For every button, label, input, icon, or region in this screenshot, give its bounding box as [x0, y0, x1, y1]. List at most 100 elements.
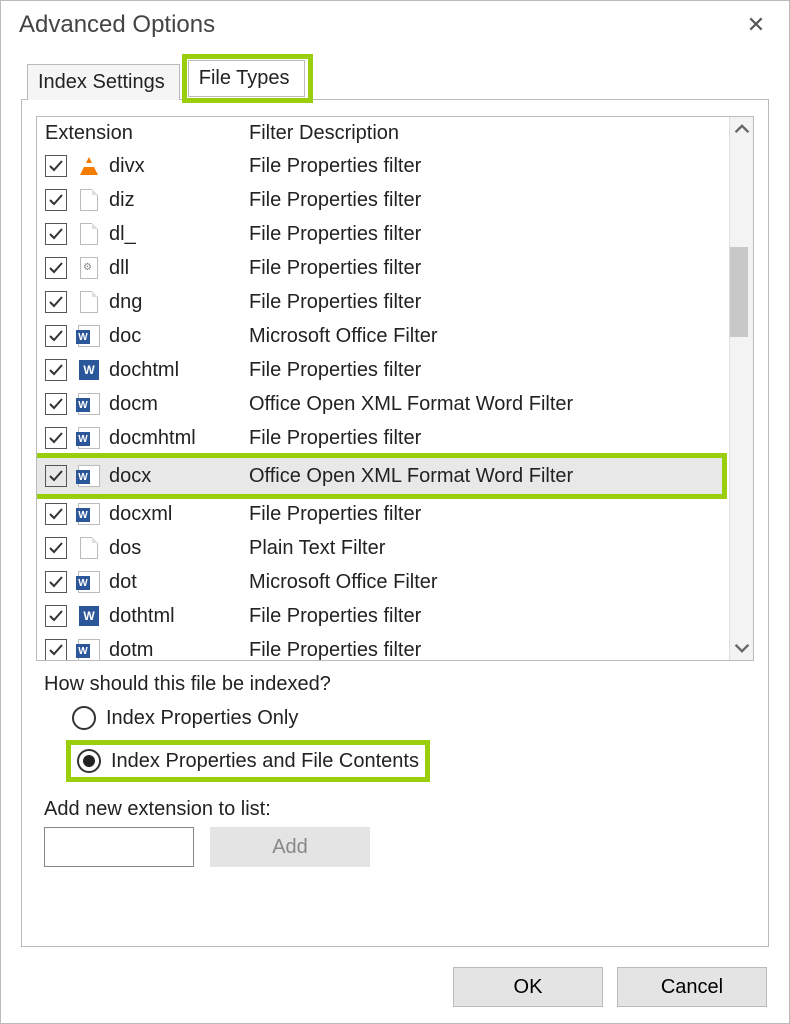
tab-file-types[interactable]: File Types — [188, 60, 305, 97]
checkbox[interactable] — [45, 325, 67, 347]
list-row-dos[interactable]: dos Plain Text Filter — [37, 531, 729, 565]
filter-description: File Properties filter — [249, 359, 729, 382]
extension-text: docxml — [109, 503, 172, 526]
scroll-up-icon[interactable] — [734, 121, 750, 137]
list-row-docx[interactable]: docx Office Open XML Format Word Filter — [37, 458, 722, 494]
worddoc-file-icon — [77, 392, 101, 416]
filter-description: Office Open XML Format Word Filter — [249, 465, 722, 488]
radio-icon — [72, 706, 96, 730]
list-row-dothtml[interactable]: WdothtmlFile Properties filter — [37, 599, 729, 633]
radio-properties-only[interactable]: Index Properties Only — [36, 700, 754, 736]
ok-button[interactable]: OK — [453, 967, 603, 1007]
extension-text: dos — [109, 537, 141, 560]
scrollbar-track[interactable] — [730, 137, 753, 640]
extension-text: doc — [109, 325, 141, 348]
highlight-row-docx: docx Office Open XML Format Word Filter — [37, 453, 727, 499]
list-row-dl_[interactable]: dl_File Properties filter — [37, 217, 729, 251]
extension-text: docm — [109, 393, 158, 416]
tab-panel-file-types: ExtensionFilter Description divx File Prop… — [21, 99, 769, 947]
filter-description: File Properties filter — [249, 503, 729, 526]
extension-text: dothtml — [109, 605, 175, 628]
add-extension-label: Add new extension to list: — [36, 786, 754, 827]
checkbox[interactable] — [45, 605, 67, 627]
column-description[interactable]: Filter Description — [249, 122, 729, 145]
extension-list: ExtensionFilter Description divx File Prop… — [36, 116, 754, 661]
list-row-diz[interactable]: diz File Properties filter — [37, 183, 729, 217]
blank-file-icon — [77, 536, 101, 560]
checkbox[interactable] — [45, 427, 67, 449]
extension-text: dl_ — [109, 223, 136, 246]
radio-label: Index Properties Only — [106, 707, 298, 730]
column-extension[interactable]: Extension — [45, 122, 249, 145]
blank-file-icon — [77, 222, 101, 246]
extension-text: docx — [109, 465, 151, 488]
checkbox[interactable] — [45, 571, 67, 593]
extension-text: docmhtml — [109, 427, 196, 450]
gear-file-icon — [77, 256, 101, 280]
list-row-divx[interactable]: divx File Properties filter — [37, 149, 729, 183]
list-row-doc[interactable]: doc Microsoft Office Filter — [37, 319, 729, 353]
word-file-icon: W — [77, 358, 101, 382]
blank-file-icon — [77, 188, 101, 212]
new-extension-input[interactable] — [44, 827, 194, 867]
worddoc-file-icon — [77, 502, 101, 526]
filter-description: Microsoft Office Filter — [249, 571, 729, 594]
tab-strip: Index Settings File Types — [1, 55, 789, 99]
checkbox[interactable] — [45, 503, 67, 525]
extension-text: dochtml — [109, 359, 179, 382]
titlebar: Advanced Options ✕ — [1, 1, 789, 55]
filter-description: File Properties filter — [249, 257, 729, 280]
index-question-label: How should this file be indexed? — [36, 669, 754, 700]
filter-description: File Properties filter — [249, 155, 729, 178]
radio-icon[interactable] — [77, 749, 101, 773]
checkbox[interactable] — [45, 465, 67, 487]
highlight-file-types-tab: File Types — [182, 54, 313, 103]
list-row-docmhtml[interactable]: docmhtml File Properties filter — [37, 421, 729, 455]
extension-text: divx — [109, 155, 145, 178]
filter-description: Office Open XML Format Word Filter — [249, 393, 729, 416]
checkbox[interactable] — [45, 359, 67, 381]
filter-description: Microsoft Office Filter — [249, 325, 729, 348]
close-icon[interactable]: ✕ — [741, 10, 771, 40]
filter-description: File Properties filter — [249, 189, 729, 212]
checkbox[interactable] — [45, 223, 67, 245]
checkbox[interactable] — [45, 257, 67, 279]
filter-description: Plain Text Filter — [249, 537, 729, 560]
checkbox[interactable] — [45, 639, 67, 660]
checkbox[interactable] — [45, 291, 67, 313]
list-row-docm[interactable]: docm Office Open XML Format Word Filter — [37, 387, 729, 421]
filter-description: File Properties filter — [249, 605, 729, 628]
blank-file-icon — [77, 290, 101, 314]
checkbox[interactable] — [45, 393, 67, 415]
list-header: ExtensionFilter Description — [37, 117, 729, 149]
advanced-options-dialog: Advanced Options ✕ Index Settings File T… — [0, 0, 790, 1024]
list-row-dot[interactable]: dot Microsoft Office Filter — [37, 565, 729, 599]
list-row-dll[interactable]: dll File Properties filter — [37, 251, 729, 285]
list-row-dochtml[interactable]: Wdochtml File Properties filter — [37, 353, 729, 387]
vlc-file-icon — [77, 154, 101, 178]
worddoc-file-icon — [77, 464, 101, 488]
list-row-dotm[interactable]: dotmFile Properties filter — [37, 633, 729, 660]
extension-text: dll — [109, 257, 129, 280]
scroll-down-icon[interactable] — [734, 640, 750, 656]
worddoc-file-icon — [77, 426, 101, 450]
extension-text: dot — [109, 571, 137, 594]
highlight-radio-contents: Index Properties and File Contents — [66, 740, 430, 782]
worddoc-file-icon — [77, 570, 101, 594]
add-button: Add — [210, 827, 370, 867]
list-row-docxml[interactable]: docxml File Properties filter — [37, 497, 729, 531]
tab-index-settings[interactable]: Index Settings — [27, 64, 180, 100]
dialog-button-row: OK Cancel — [1, 957, 789, 1023]
list-row-dng[interactable]: dngFile Properties filter — [37, 285, 729, 319]
extension-text: diz — [109, 189, 135, 212]
checkbox[interactable] — [45, 537, 67, 559]
scrollbar-thumb[interactable] — [730, 247, 748, 337]
cancel-button[interactable]: Cancel — [617, 967, 767, 1007]
worddoc-file-icon — [77, 324, 101, 348]
checkbox[interactable] — [45, 155, 67, 177]
filter-description: File Properties filter — [249, 427, 729, 450]
vertical-scrollbar[interactable] — [729, 117, 753, 660]
checkbox[interactable] — [45, 189, 67, 211]
worddoc-file-icon — [77, 638, 101, 660]
window-title: Advanced Options — [19, 11, 215, 39]
